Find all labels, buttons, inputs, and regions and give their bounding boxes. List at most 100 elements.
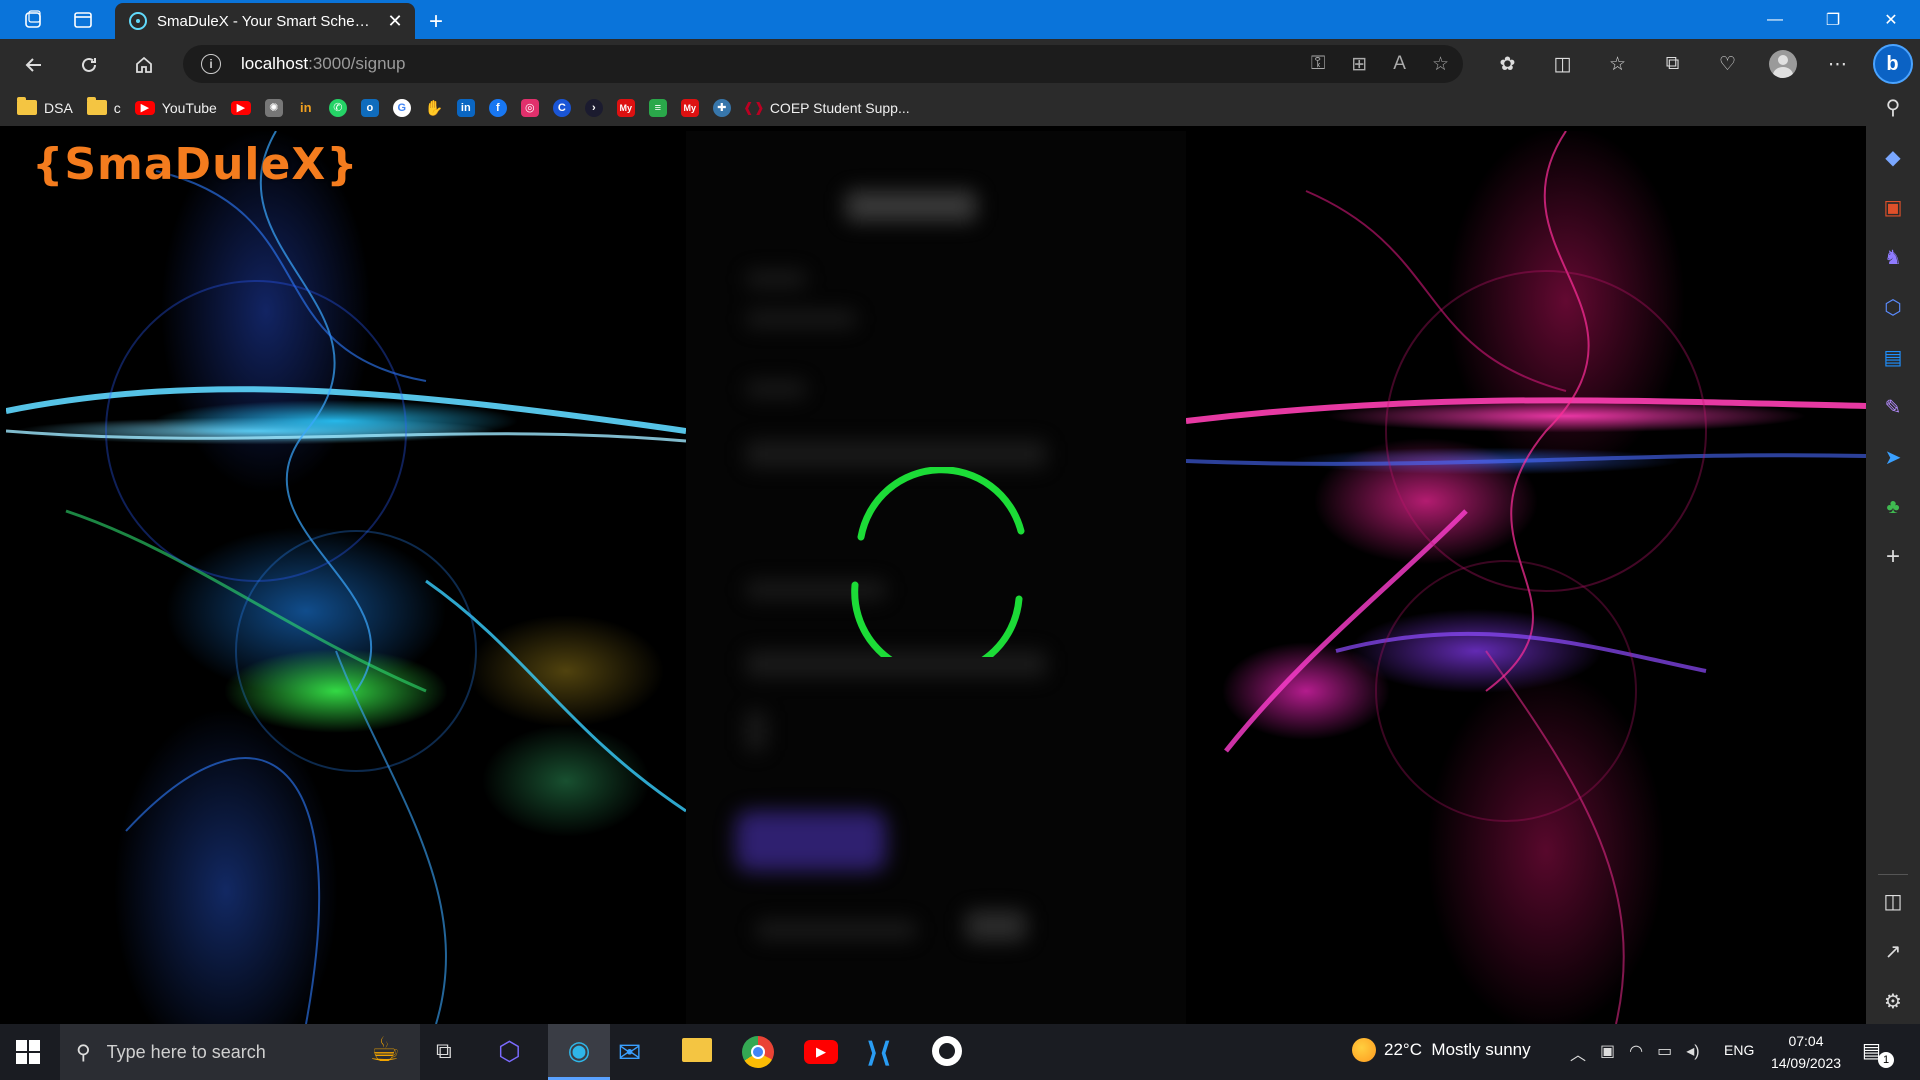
bookmark-youtube[interactable]: ▶ YouTube <box>134 100 217 116</box>
open-external-icon[interactable]: ↗ <box>1866 935 1920 967</box>
linkedin-bookmark-icon[interactable]: in <box>456 98 475 117</box>
signup-panel-loading <box>686 131 1186 1024</box>
task-view-icon[interactable]: ⧉ <box>436 1038 452 1064</box>
sheet-bookmark-icon[interactable]: ≡ <box>648 98 667 117</box>
autumn-mug-icon: ☕ <box>369 1031 400 1069</box>
send-icon[interactable]: ➤ <box>1866 441 1920 473</box>
outlook-icon[interactable]: ▤ <box>1866 341 1920 373</box>
profile-button[interactable] <box>1755 50 1810 78</box>
openai-bookmark-icon[interactable]: ✺ <box>264 98 283 117</box>
background-art-right <box>1186 131 1866 1024</box>
chrome-taskbar-icon[interactable] <box>742 1036 774 1068</box>
shopping-tag-icon[interactable]: ◆ <box>1866 141 1920 173</box>
page-viewport: {SmaDuleX} <box>6 131 1866 1024</box>
minimize-icon[interactable]: — <box>1746 0 1804 39</box>
mail-taskbar-icon[interactable]: ✉ <box>618 1036 641 1069</box>
add-icon[interactable]: + <box>1866 541 1920 573</box>
bookmark-c[interactable]: c <box>86 97 121 116</box>
smadulex-logo[interactable]: {SmaDuleX} <box>32 139 359 190</box>
file-explorer-taskbar-icon[interactable] <box>682 1038 712 1062</box>
hide-sidebar-icon[interactable]: ◫ <box>1866 885 1920 917</box>
python-bookmark-icon[interactable]: ✚ <box>712 98 731 117</box>
in-bookmark-icon[interactable]: in <box>297 99 315 117</box>
tools-icon[interactable]: ▣ <box>1866 191 1920 223</box>
hackerrank-bookmark-icon[interactable]: ✋ <box>424 99 443 117</box>
codechef-bookmark-icon[interactable]: C <box>552 98 571 117</box>
meet-now-icon[interactable]: ▣ <box>1600 1041 1615 1065</box>
tab-actions-icon[interactable] <box>62 0 104 39</box>
favorite-star-icon[interactable]: ☆ <box>1432 53 1449 76</box>
edge-taskbar-icon[interactable]: ◉ <box>548 1024 610 1080</box>
url-path: :3000/signup <box>308 54 406 73</box>
chevron-bookmark-icon[interactable]: › <box>584 98 603 117</box>
bookmark-dsa[interactable]: DSA <box>17 97 73 116</box>
refresh-button[interactable] <box>72 48 106 82</box>
windows-taskbar: ⚲ Type here to search ☕ ⧉ ⬡ ◉ ✉ ▶ ⟩⟨ 22°… <box>0 1024 1920 1080</box>
clock-date: 14/09/2023 <box>1770 1055 1842 1071</box>
outlook-bookmark-icon[interactable]: o <box>360 98 379 117</box>
new-tab-button[interactable]: + <box>420 6 452 38</box>
my2-bookmark-icon[interactable]: My <box>680 98 699 117</box>
home-button[interactable] <box>127 48 161 82</box>
google-bookmark-icon[interactable]: G <box>392 98 411 117</box>
apps-icon[interactable]: ⊞ <box>1351 53 1367 76</box>
youtube-taskbar-icon[interactable]: ▶ <box>804 1040 838 1064</box>
bookmark-label: DSA <box>44 99 73 116</box>
github-taskbar-icon[interactable] <box>932 1036 962 1066</box>
sidebar-divider <box>1878 874 1908 875</box>
wifi-icon[interactable]: ◠ <box>1629 1041 1643 1065</box>
avatar <box>1768 50 1797 78</box>
bookmark-label: c <box>113 99 121 116</box>
folder-icon <box>86 97 107 115</box>
collections-icon[interactable]: ⧉ <box>1645 53 1700 75</box>
browser-essentials-icon[interactable]: ♡ <box>1700 53 1755 76</box>
volume-icon[interactable]: ◂) <box>1686 1041 1699 1065</box>
search-placeholder: Type here to search <box>106 1041 266 1062</box>
close-window-icon[interactable]: ✕ <box>1862 0 1920 39</box>
copilot-taskbar-icon[interactable]: ⬡ <box>498 1036 521 1067</box>
react-favicon-icon <box>129 12 147 30</box>
taskbar-search-box[interactable]: ⚲ Type here to search ☕ <box>60 1024 420 1080</box>
split-screen-icon[interactable]: ◫ <box>1535 53 1590 76</box>
weather-text: 22°C Mostly sunny <box>1384 1040 1531 1059</box>
my-bookmark-icon[interactable]: My <box>616 98 635 117</box>
notifications-icon[interactable]: ▤ 1 <box>1862 1038 1894 1068</box>
chevron-up-icon[interactable]: ︿ <box>1570 1041 1586 1065</box>
windows-start-icon[interactable] <box>14 1038 42 1066</box>
address-bar[interactable]: i localhost:3000/signup ⚿ ⊞ A ☆ <box>183 45 1463 83</box>
games-icon[interactable]: ♞ <box>1866 241 1920 273</box>
tree-icon[interactable]: ♣ <box>1866 491 1920 523</box>
whatsapp-bookmark-icon[interactable]: ✆ <box>328 98 347 117</box>
microsoft-365-icon[interactable]: ⬡ <box>1866 291 1920 323</box>
swirl-art-right <box>1186 131 1866 1024</box>
search-icon[interactable]: ⚲ <box>1866 91 1920 123</box>
site-info-icon[interactable]: i <box>201 54 221 74</box>
read-aloud-icon[interactable]: A <box>1393 53 1406 75</box>
facebook-bookmark-icon[interactable]: f <box>488 98 507 117</box>
close-tab-icon[interactable]: ✕ <box>385 11 405 32</box>
more-menu-icon[interactable]: ⋯ <box>1810 53 1865 76</box>
workspaces-icon[interactable] <box>12 0 54 39</box>
instagram-bookmark-icon[interactable]: ◎ <box>520 98 539 117</box>
battery-icon[interactable]: ▭ <box>1657 1041 1672 1065</box>
notification-count-badge: 1 <box>1878 1052 1894 1068</box>
designer-icon[interactable]: ✎ <box>1866 391 1920 423</box>
copilot-button[interactable]: b <box>1865 44 1920 84</box>
bookmark-coep[interactable]: ❰❱ COEP Student Supp... <box>743 99 910 117</box>
tab-title: SmaDuleX - Your Smart Scheduling <box>157 12 375 30</box>
key-icon[interactable]: ⚿ <box>1311 53 1325 75</box>
search-icon: ⚲ <box>76 1041 91 1064</box>
weather-widget[interactable]: 22°C Mostly sunny <box>1352 1038 1531 1062</box>
settings-gear-icon[interactable]: ⚙ <box>1866 985 1920 1017</box>
favorites-icon[interactable]: ☆ <box>1590 53 1645 76</box>
youtube-bookmark-icon[interactable]: ▶ <box>230 100 251 115</box>
tab-active[interactable]: SmaDuleX - Your Smart Scheduling ✕ <box>115 3 415 39</box>
extensions-icon[interactable]: ✿ <box>1480 53 1535 76</box>
language-indicator[interactable]: ENG <box>1724 1042 1754 1058</box>
bookmark-label: COEP Student Supp... <box>769 99 910 116</box>
sun-cloud-icon <box>1352 1038 1376 1062</box>
back-button[interactable] <box>17 48 51 82</box>
restore-icon[interactable]: ❐ <box>1804 0 1862 39</box>
clock[interactable]: 07:04 14/09/2023 <box>1770 1030 1842 1074</box>
vscode-taskbar-icon[interactable]: ⟩⟨ <box>866 1036 892 1069</box>
